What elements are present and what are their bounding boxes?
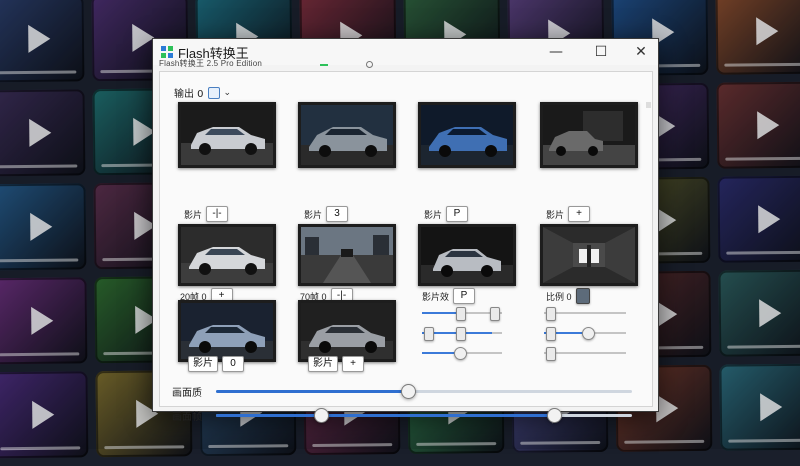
slider-thumb[interactable] [456, 327, 466, 341]
ratio-slider[interactable] [544, 347, 626, 361]
corridor-scene-icon [543, 227, 635, 283]
video-thumbnail[interactable] [178, 102, 276, 168]
framerate-slider[interactable] [216, 408, 632, 423]
slider-thumb[interactable] [490, 307, 500, 321]
output-control[interactable]: 输出 0 ⌄ [174, 85, 231, 100]
road-scene-icon [301, 227, 393, 283]
slider-thumb[interactable] [546, 408, 562, 423]
slider-thumb[interactable] [456, 307, 466, 321]
caption-control[interactable]: + [568, 206, 591, 222]
video-thumbnail[interactable] [540, 102, 638, 168]
thumbnail-caption: 影片 0 [188, 356, 244, 372]
chevron-down-icon[interactable]: ⌄ [224, 88, 232, 98]
caption-control[interactable]: 0 [222, 356, 244, 372]
effect-slider[interactable] [422, 327, 502, 341]
car-silver-icon [421, 227, 513, 283]
quality-label: 画面质 [172, 388, 202, 399]
window-subtitle: Flash转换王 2.5 Pro Edition [159, 59, 263, 68]
app-window: Flash转换王 Flash转换王 2.5 Pro Edition — ☐ ✕ … [152, 38, 659, 423]
output-checkbox[interactable] [207, 86, 220, 99]
video-thumbnail[interactable] [298, 224, 396, 286]
thumbnail-caption: 影片 + [308, 356, 364, 372]
slider-thumb[interactable] [314, 408, 329, 423]
title-bar[interactable]: Flash转换王 Flash转换王 2.5 Pro Edition — ☐ ✕ [153, 39, 659, 68]
ratio-slider[interactable] [544, 327, 626, 341]
thumbnail-caption: 比例 0 [546, 288, 590, 304]
content-panel: 输出 0 ⌄ 影片 -|- 影片 3 影片 P 影片 + 20帧 0 + 70帧… [159, 71, 653, 423]
slider-thumb[interactable] [546, 347, 556, 361]
slider-thumb[interactable] [424, 327, 434, 341]
car-silver-icon [181, 105, 273, 165]
car-blue-grey-icon [181, 303, 273, 359]
ratio-slider[interactable] [544, 307, 626, 321]
car-grey-icon [301, 303, 393, 359]
caption-control[interactable]: + [342, 356, 364, 372]
close-button[interactable]: ✕ [623, 41, 659, 63]
slider-fill [216, 414, 553, 417]
progress-indicator [320, 64, 328, 66]
maximize-button[interactable]: ☐ [583, 41, 619, 63]
slider-fill [216, 390, 408, 393]
caption-control[interactable]: P [453, 288, 476, 304]
thumbnail-caption: 影片 + [546, 206, 591, 222]
scrollbar[interactable] [646, 102, 651, 108]
quality-slider[interactable] [216, 384, 632, 399]
video-thumbnail[interactable] [298, 300, 396, 362]
thumbnail-caption: 影片 3 [304, 206, 349, 222]
effect-slider[interactable] [422, 347, 502, 360]
caption-control[interactable]: P [446, 206, 469, 222]
video-thumbnail[interactable] [418, 102, 516, 168]
app-logo-icon [161, 46, 173, 58]
video-thumbnail[interactable] [178, 300, 276, 362]
effects-caption: 影片效 P [422, 288, 476, 304]
car-white-icon [181, 227, 273, 283]
caption-control[interactable]: 3 [326, 206, 349, 222]
car-street-icon [543, 105, 635, 165]
slider-thumb[interactable] [582, 327, 595, 340]
thumbnail-caption: 影片 P [424, 206, 469, 222]
car-dark-icon [301, 105, 393, 165]
car-blue-icon [421, 105, 513, 165]
slider-thumb[interactable] [546, 327, 556, 341]
caption-control[interactable]: 影片 [188, 356, 218, 372]
video-thumbnail[interactable] [298, 102, 396, 168]
effect-slider[interactable] [422, 307, 502, 321]
caption-control[interactable]: -|- [206, 206, 229, 222]
video-thumbnail[interactable] [540, 224, 638, 286]
slider-thumb[interactable] [454, 347, 467, 360]
slider-thumb[interactable] [401, 384, 417, 399]
caption-toggle[interactable] [575, 288, 590, 304]
thumbnail-caption: 影片 -|- [184, 206, 229, 222]
caption-control[interactable]: 影片 [308, 356, 338, 372]
minimize-button[interactable]: — [538, 41, 574, 63]
video-thumbnail[interactable] [418, 224, 516, 286]
slider-thumb[interactable] [546, 307, 556, 321]
framerate-label: 画面帧 [172, 412, 202, 423]
output-label: 输出 0 [174, 89, 204, 100]
ring-indicator-icon [366, 61, 373, 68]
video-thumbnail[interactable] [178, 224, 276, 286]
